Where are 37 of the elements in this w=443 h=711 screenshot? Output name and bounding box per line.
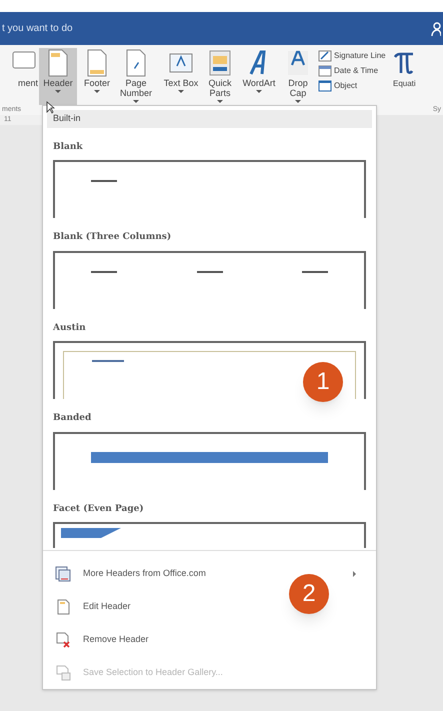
- gallery-item-title: Austin: [52, 322, 87, 334]
- ribbon-button[interactable]: WordArt: [240, 48, 278, 105]
- ribbon-small-button[interactable]: Object: [318, 80, 388, 92]
- section-header: Built-in: [47, 110, 372, 128]
- page-delete-icon: [55, 632, 71, 648]
- ribbon-button[interactable]: Page Number: [117, 48, 155, 105]
- ribbon-button[interactable]: Footer: [78, 48, 116, 105]
- page-icon: [55, 598, 71, 614]
- menu-item[interactable]: Remove Header: [43, 623, 376, 656]
- pi-icon: [394, 52, 414, 74]
- window-icon: [318, 80, 332, 92]
- ribbon-button[interactable]: Header: [39, 48, 77, 105]
- ribbon-button[interactable]: ment: [0, 48, 38, 105]
- page-save-icon: [55, 664, 71, 680]
- pages-icon: [55, 566, 71, 582]
- header-preview[interactable]: [53, 160, 366, 218]
- gallery-item-title: Blank: [52, 140, 84, 154]
- calendar-icon: [318, 65, 332, 77]
- letter-a-icon: [285, 48, 311, 78]
- tell-me-text[interactable]: t you want to do: [2, 21, 73, 36]
- gallery-item-title: Blank (Three Columns): [52, 231, 172, 244]
- gallery-item-title: Facet (Even Page): [52, 502, 145, 516]
- header-preview[interactable]: [53, 341, 366, 399]
- person-icon[interactable]: [431, 22, 441, 36]
- pen-icon: [318, 50, 332, 62]
- ribbon-button[interactable]: Drop Cap: [279, 48, 317, 105]
- header-preview[interactable]: [53, 250, 366, 308]
- ribbon-small-button[interactable]: Date & Time: [318, 65, 388, 77]
- gallery-item-title: Banded: [52, 412, 92, 425]
- header-preview[interactable]: [53, 432, 366, 490]
- banner-shape-drawing: [61, 528, 121, 538]
- ribbon-small-button[interactable]: Signature Line: [318, 50, 388, 62]
- ribbon-button[interactable]: Text Box: [162, 48, 200, 105]
- picture-icon: [207, 48, 233, 78]
- header-preview[interactable]: [53, 522, 366, 548]
- ribbon-button[interactable]: Quick Parts: [201, 48, 239, 105]
- equation-button[interactable]: Equati: [393, 48, 416, 90]
